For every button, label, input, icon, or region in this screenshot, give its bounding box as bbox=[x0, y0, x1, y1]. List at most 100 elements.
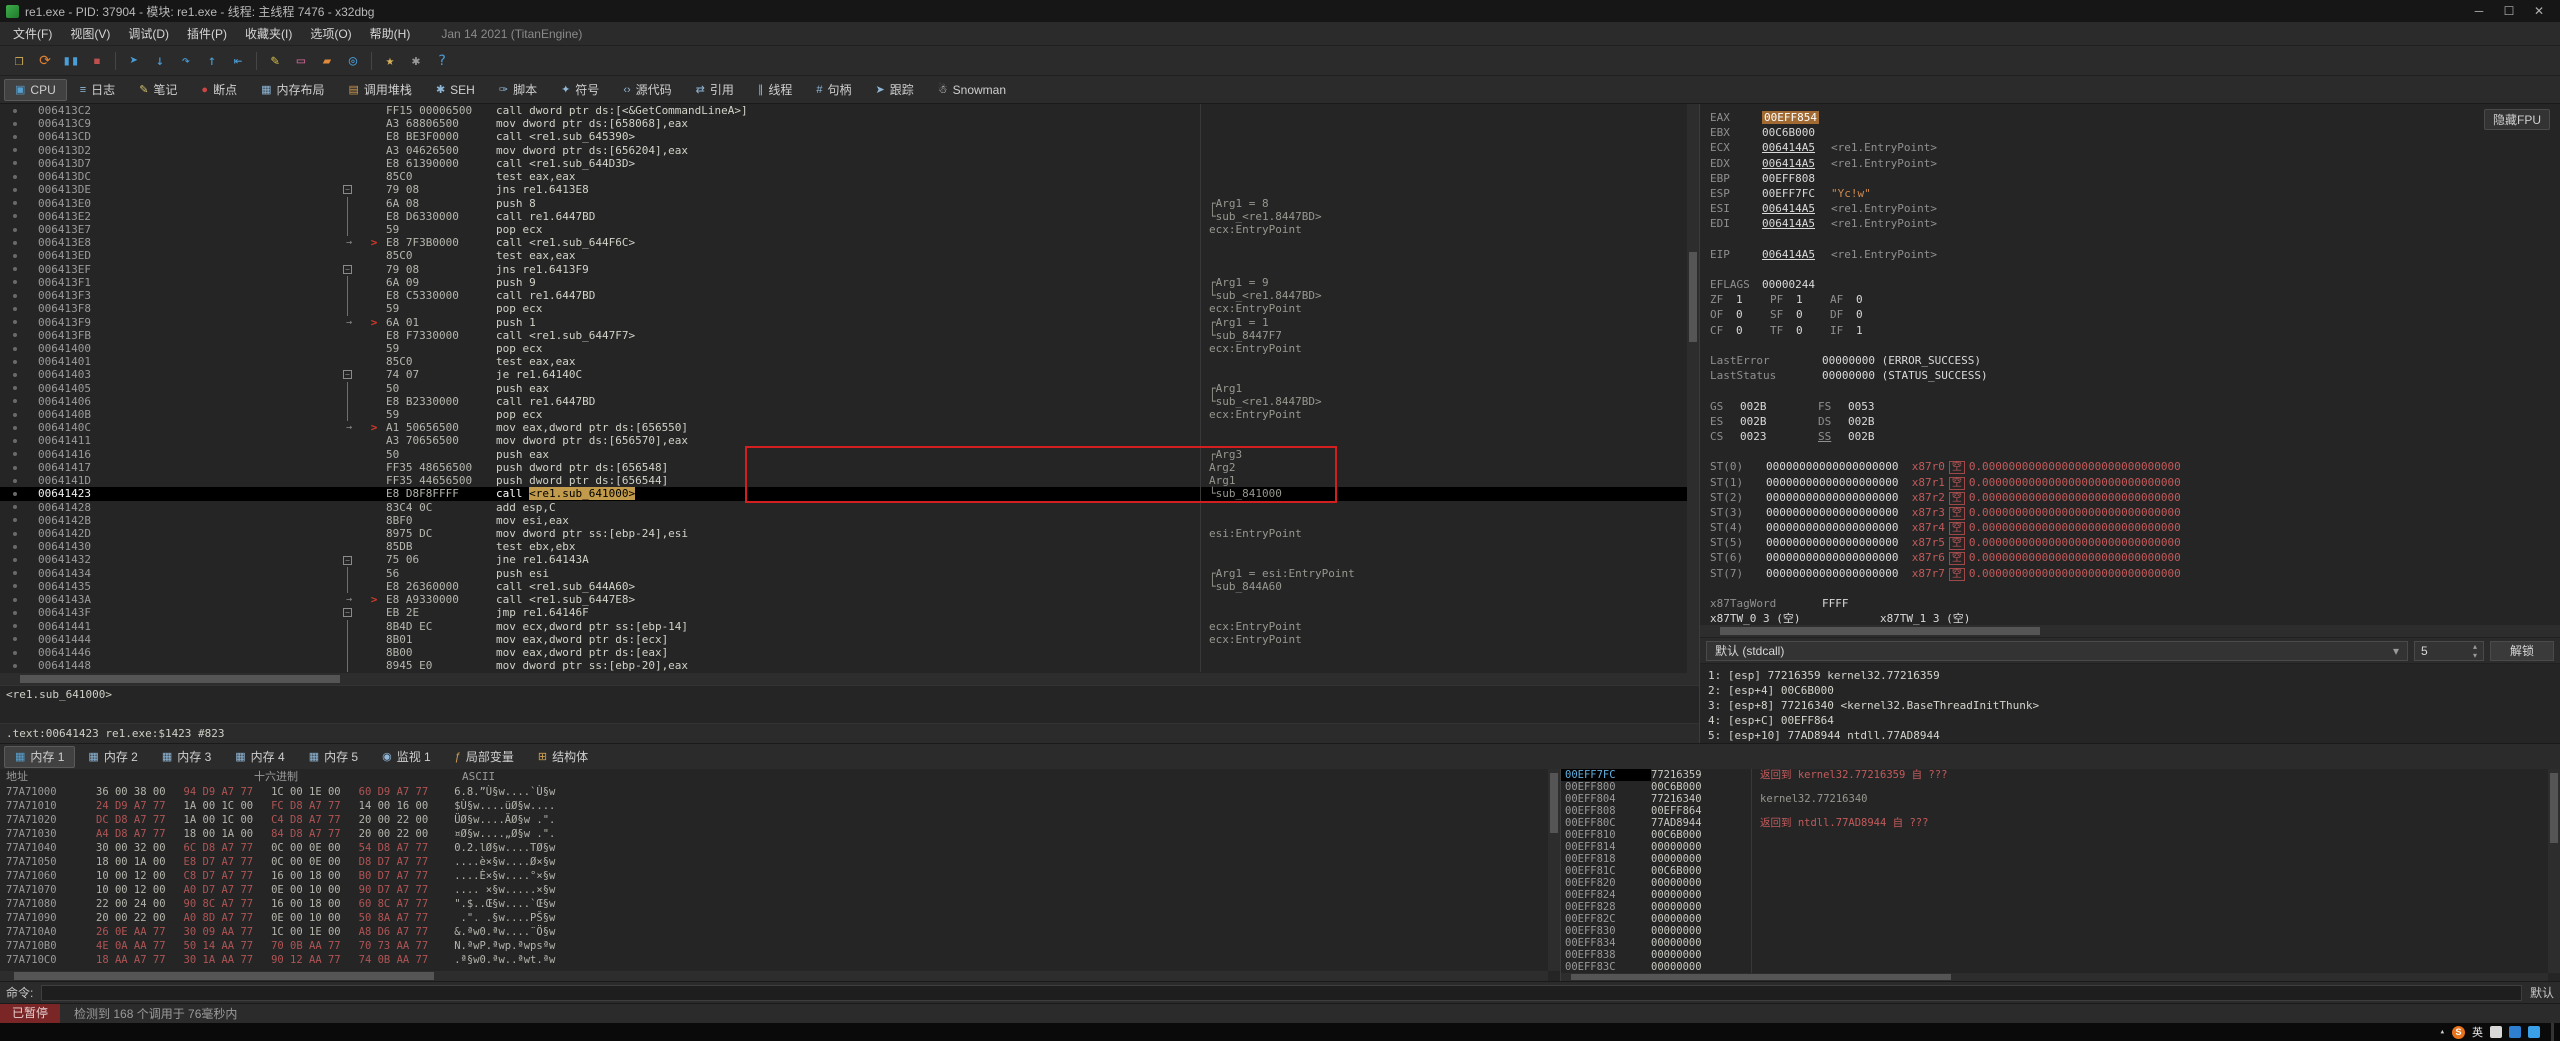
disasm-row[interactable]: 00641430 85DB test ebx,ebx bbox=[0, 540, 1687, 554]
flag-value[interactable]: 0 bbox=[1856, 307, 1890, 322]
settings-icon[interactable]: ✱ bbox=[404, 50, 428, 72]
flag-value[interactable]: 0 bbox=[1736, 307, 1770, 322]
breakpoint-dot[interactable] bbox=[0, 395, 30, 408]
breakpoint-dot[interactable] bbox=[0, 355, 30, 368]
breakpoint-dot[interactable] bbox=[0, 514, 30, 527]
register-value[interactable]: 00C6B000 bbox=[1762, 126, 1815, 139]
dump-row[interactable]: 77A71060 10 00 12 00 C8 D7 A7 77 16 00 18 0… bbox=[0, 869, 1560, 883]
minimize-button[interactable]: ─ bbox=[2464, 4, 2494, 18]
disasm-row[interactable]: 0064142D 8975 DC mov dword ptr ss:[ebp-24]… bbox=[0, 527, 1687, 541]
disasm-row[interactable]: 00641448 8945 E0 mov dword ptr ss:[ebp-20]… bbox=[0, 659, 1687, 673]
disasm-row[interactable]: 00641434 56 push esi ┌Arg1 = esi:EntryPoint bbox=[0, 566, 1687, 580]
breakpoint-dot[interactable] bbox=[0, 223, 30, 236]
disasm-row[interactable]: 00641416 50 push eax ┌Arg3 bbox=[0, 447, 1687, 461]
stack-argument-row[interactable]: 1: [esp] 77216359 kernel32.77216359 bbox=[1708, 668, 2552, 683]
disasm-row[interactable]: 00641444 8B01 mov eax,dword ptr ds:[ecx] ec… bbox=[0, 632, 1687, 646]
register-value[interactable]: 006414A5 bbox=[1762, 248, 1815, 261]
disasm-row[interactable]: 00641406 E8 B2330000 call re1.6447BD └sub_<… bbox=[0, 394, 1687, 409]
stack-row[interactable]: 00EFF814 00000000 bbox=[1561, 841, 2560, 853]
stack-vertical-scrollbar[interactable] bbox=[2548, 769, 2560, 973]
segment-value[interactable]: 0053 bbox=[1848, 399, 1926, 414]
step-into-icon[interactable]: ↓ bbox=[148, 50, 172, 72]
disasm-row[interactable]: 006413F8 59 pop ecx ecx:EntryPoint bbox=[0, 302, 1687, 316]
open-file-icon[interactable]: ❒ bbox=[7, 50, 31, 72]
disasm-row[interactable]: 006413F1 6A 09 push 9 ┌Arg1 = 9 bbox=[0, 275, 1687, 290]
disasm-row[interactable]: 006413CD E8 BE3F0000 call <re1.sub_645390> bbox=[0, 130, 1687, 144]
step-out-icon[interactable]: ↑ bbox=[200, 50, 224, 72]
disasm-row[interactable]: 00641441 8B4D EC mov ecx,dword ptr ss:[ebp… bbox=[0, 619, 1687, 633]
disasm-row[interactable]: 00641400 59 pop ecx ecx:EntryPoint bbox=[0, 341, 1687, 356]
tab-内存 1[interactable]: ▦ 内存 1 bbox=[4, 745, 76, 768]
register-value[interactable]: 006414A5 bbox=[1762, 202, 1815, 215]
disasm-row[interactable]: 0064140B 59 pop ecx ecx:EntryPoint bbox=[0, 408, 1687, 422]
show-desktop-button[interactable] bbox=[2551, 1023, 2554, 1041]
disasm-row[interactable]: 00641405 50 push eax ┌Arg1 bbox=[0, 381, 1687, 395]
disasm-row[interactable]: 006413E0 6A 08 push 8 ┌Arg1 = 8 bbox=[0, 196, 1687, 210]
stack-row[interactable]: 00EFF808 00EFF864 bbox=[1561, 805, 2560, 817]
disasm-row[interactable]: 006413DE − 79 08 jns re1.6413E8 bbox=[0, 183, 1687, 197]
dump-row[interactable]: 77A71000 36 00 38 00 94 D9 A7 77 1C 00 1E 0… bbox=[0, 785, 1560, 799]
stack-row[interactable]: 00EFF830 00000000 bbox=[1561, 925, 2560, 937]
tab-内存布局[interactable]: ▦ 内存布局 bbox=[250, 79, 335, 101]
pause-icon[interactable]: ▮▮ bbox=[59, 50, 83, 72]
input-language-indicator[interactable]: 英 bbox=[2472, 1024, 2483, 1040]
tab-CPU[interactable]: ▣ CPU bbox=[4, 78, 67, 101]
register-value[interactable]: 00000000000000000000 bbox=[1766, 506, 1898, 519]
breakpoint-dot[interactable] bbox=[0, 553, 30, 566]
tab-Snowman[interactable]: ☃ Snowman bbox=[927, 79, 1017, 101]
segment-value[interactable]: 002B bbox=[1848, 429, 1926, 444]
disasm-row[interactable]: 00641428 83C4 0C add esp,C bbox=[0, 500, 1687, 514]
jump-collapse-box[interactable]: − bbox=[343, 264, 352, 274]
stack-row[interactable]: 00EFF800 00C6B000 bbox=[1561, 781, 2560, 793]
jump-collapse-box[interactable]: − bbox=[343, 370, 352, 380]
dump-row[interactable]: 77A71090 20 00 22 00 A0 8D A7 77 0E 00 10 0… bbox=[0, 911, 1560, 925]
disassembly-horizontal-scrollbar[interactable] bbox=[0, 673, 1699, 685]
breakpoint-dot[interactable] bbox=[0, 620, 30, 633]
tab-内存 4[interactable]: ▦ 内存 4 bbox=[224, 746, 295, 768]
register-value[interactable]: 00000000000000000000 bbox=[1766, 460, 1898, 473]
tab-局部变量[interactable]: ƒ 局部变量 bbox=[444, 746, 525, 768]
stack-row[interactable]: 00EFF81C 00C6B000 bbox=[1561, 865, 2560, 877]
disasm-row[interactable]: 0064143A → > E8 A9330000 call <re1.sub_6447E… bbox=[0, 593, 1687, 607]
disasm-row[interactable]: 006413D7 E8 61390000 call <re1.sub_644D3D> bbox=[0, 156, 1687, 171]
segment-value[interactable]: 002B bbox=[1740, 414, 1818, 429]
breakpoint-dot[interactable] bbox=[0, 659, 30, 672]
jump-collapse-box[interactable]: − bbox=[343, 608, 352, 618]
breakpoint-dot[interactable] bbox=[0, 501, 30, 514]
tab-源代码[interactable]: ‹› 源代码 bbox=[612, 79, 682, 101]
stack-row[interactable]: 00EFF810 00C6B000 bbox=[1561, 829, 2560, 841]
register-value[interactable]: 006414A5 bbox=[1762, 141, 1815, 154]
breakpoint-dot[interactable] bbox=[0, 329, 30, 342]
dump-row[interactable]: 77A71080 22 00 24 00 90 8C A7 77 16 00 18 0… bbox=[0, 897, 1560, 911]
breakpoint-dot[interactable] bbox=[0, 580, 30, 593]
flag-value[interactable]: 1 bbox=[1856, 323, 1890, 338]
eraser-icon[interactable]: ▭ bbox=[289, 50, 313, 72]
favorites-icon[interactable]: ★ bbox=[378, 50, 402, 72]
tab-脚本[interactable]: ✑ 脚本 bbox=[488, 79, 548, 101]
menu-item[interactable]: 帮助(H) bbox=[361, 23, 420, 44]
breakpoint-dot[interactable] bbox=[0, 117, 30, 130]
breakpoint-dot[interactable] bbox=[0, 289, 30, 302]
breakpoint-dot[interactable] bbox=[0, 183, 30, 196]
breakpoint-dot[interactable] bbox=[0, 448, 30, 461]
tab-断点[interactable]: ● 断点 bbox=[190, 79, 248, 101]
jump-collapse-box[interactable]: − bbox=[343, 185, 352, 195]
segment-value[interactable]: 002B bbox=[1740, 399, 1818, 414]
register-value[interactable]: 00EFF808 bbox=[1762, 172, 1815, 185]
dump-horizontal-scrollbar[interactable] bbox=[0, 971, 1548, 981]
highlighter-icon[interactable]: ▰ bbox=[315, 50, 339, 72]
disasm-row[interactable]: 0064142B 8BF0 mov esi,eax bbox=[0, 513, 1687, 527]
dump-row[interactable]: 77A710A0 26 0E AA 77 30 09 AA 77 1C 00 1E 0… bbox=[0, 925, 1560, 939]
disasm-row[interactable]: 00641417 FF35 48656500 push dword ptr ds:[… bbox=[0, 460, 1687, 475]
disasm-row[interactable]: 00641401 85C0 test eax,eax bbox=[0, 355, 1687, 369]
help-icon[interactable]: ? bbox=[430, 50, 454, 72]
tray-icon[interactable] bbox=[2509, 1026, 2521, 1038]
stack-horizontal-scrollbar[interactable] bbox=[1561, 973, 2548, 981]
disasm-row[interactable]: 00641411 A3 70656500 mov dword ptr ds:[656… bbox=[0, 434, 1687, 448]
breakpoint-dot[interactable] bbox=[0, 157, 30, 170]
breakpoint-dot[interactable] bbox=[0, 104, 30, 117]
tab-内存 5[interactable]: ▦ 内存 5 bbox=[298, 746, 369, 768]
breakpoint-dot[interactable] bbox=[0, 368, 30, 381]
stack-row[interactable]: 00EFF838 00000000 bbox=[1561, 949, 2560, 961]
snagit-tray-icon[interactable]: S bbox=[2452, 1025, 2465, 1039]
